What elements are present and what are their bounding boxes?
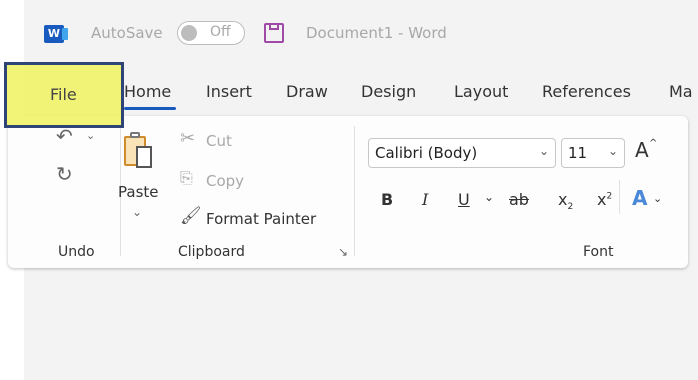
text-effects-dropdown-chevron-icon[interactable]: ⌄ <box>653 192 662 205</box>
superscript-button[interactable]: x2 <box>597 190 612 209</box>
document-title: Document1 - Word <box>306 24 447 42</box>
paste-button[interactable]: Paste <box>118 183 159 201</box>
format-painter-icon[interactable]: 🖌 <box>180 208 202 225</box>
underline-dropdown-chevron-icon[interactable]: ⌄ <box>484 190 494 204</box>
tab-design[interactable]: Design <box>361 82 416 101</box>
word-app-icon: W <box>44 25 68 43</box>
active-tab-indicator <box>124 107 176 110</box>
font-size-value: 11 <box>568 144 588 162</box>
italic-button[interactable]: I <box>422 190 428 209</box>
undo-dropdown-chevron-icon[interactable]: ⌄ <box>86 130 95 141</box>
toggle-state-label: Off <box>210 24 231 40</box>
tab-references[interactable]: References <box>542 82 631 101</box>
ribbon-home: ↶ ⌄ ↻ Undo Paste ⌄ ✂ Cut ⎘ Copy 🖌 Format… <box>8 116 688 268</box>
clipboard-page-shape <box>136 146 152 168</box>
strikethrough-button[interactable]: ab <box>509 190 529 209</box>
subscript-mark: 2 <box>567 202 574 213</box>
clipboard-dialog-launcher-icon[interactable]: ↘ <box>338 246 348 258</box>
copy-icon[interactable]: ⎘ <box>180 170 193 186</box>
autosave-label: AutoSave <box>91 24 163 42</box>
tab-home[interactable]: Home <box>124 82 171 101</box>
clipboard-clip-shape <box>130 132 140 138</box>
redo-icon[interactable]: ↻ <box>56 164 73 184</box>
copy-button[interactable]: Copy <box>206 172 244 190</box>
underline-button[interactable]: U <box>458 190 470 209</box>
font-name-select[interactable]: Calibri (Body) ⌄ <box>368 138 556 168</box>
font-size-select[interactable]: 11 ⌄ <box>561 138 625 168</box>
group-divider <box>619 180 620 214</box>
font-group-label: Font <box>583 244 614 260</box>
undo-group-label: Undo <box>58 244 95 260</box>
grow-font-caret-icon: ^ <box>649 138 658 149</box>
paste-icon[interactable] <box>124 132 152 168</box>
autosave-toggle[interactable]: Off <box>177 21 245 45</box>
cut-icon[interactable]: ✂ <box>180 130 195 148</box>
tab-layout[interactable]: Layout <box>454 82 508 101</box>
paste-dropdown-chevron-icon[interactable]: ⌄ <box>132 206 142 218</box>
chevron-down-icon: ⌄ <box>607 144 618 158</box>
group-divider <box>354 126 355 256</box>
superscript-mark: 2 <box>606 191 613 202</box>
bold-button[interactable]: B <box>381 190 393 209</box>
font-name-value: Calibri (Body) <box>375 144 478 162</box>
tab-mailings[interactable]: Ma <box>669 82 693 101</box>
chevron-down-icon: ⌄ <box>538 144 549 158</box>
title-bar: W AutoSave Off Document1 - Word <box>24 0 698 62</box>
toggle-knob <box>181 25 197 41</box>
format-painter-button[interactable]: Format Painter <box>206 210 316 228</box>
ribbon-tabs: Insert Home Draw Design Layout Reference… <box>24 76 698 110</box>
cut-button[interactable]: Cut <box>206 132 232 150</box>
tab-insert[interactable]: Insert <box>206 82 252 101</box>
undo-icon[interactable]: ↶ <box>56 126 73 146</box>
clipboard-group-label: Clipboard <box>178 244 245 260</box>
tab-file[interactable]: File <box>50 85 77 104</box>
save-icon[interactable] <box>264 23 284 43</box>
grow-font-button[interactable]: A <box>635 138 649 162</box>
tab-draw[interactable]: Draw <box>286 82 328 101</box>
text-effects-button[interactable]: A <box>632 186 647 210</box>
subscript-button[interactable]: x2 <box>558 190 573 212</box>
